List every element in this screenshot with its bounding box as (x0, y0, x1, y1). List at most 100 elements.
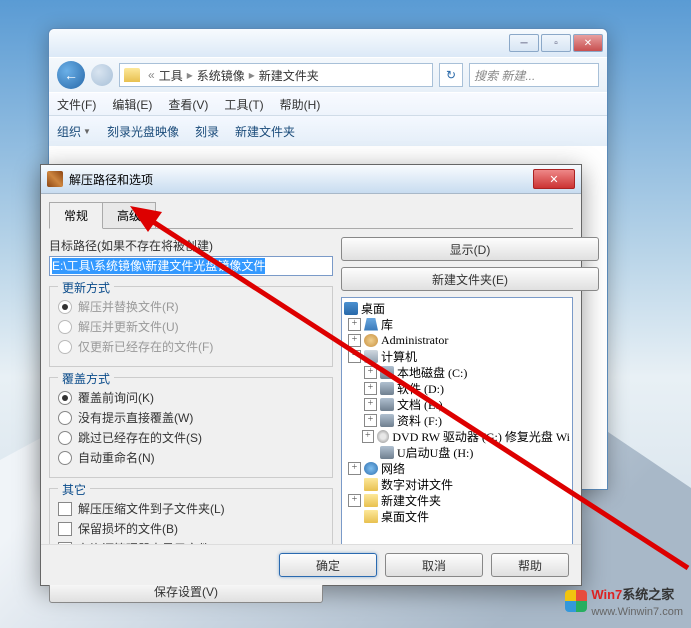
expand-icon[interactable]: + (362, 430, 374, 443)
watermark: Win7系统之家 www.Winwin7.com (565, 584, 683, 618)
drive-icon (380, 398, 394, 411)
expand-icon[interactable]: + (348, 318, 361, 331)
drive-icon (380, 414, 394, 427)
minimize-button[interactable]: ─ (509, 34, 539, 52)
new-folder-button[interactable]: 新建文件夹 (235, 123, 295, 140)
expand-icon[interactable]: + (364, 366, 377, 379)
explorer-menubar: 文件(F) 编辑(E) 查看(V) 工具(T) 帮助(H) (49, 92, 607, 115)
menu-tools[interactable]: 工具(T) (224, 96, 263, 113)
dialog-button-row: 确定 取消 帮助 (41, 544, 581, 585)
expand-icon[interactable]: + (364, 382, 377, 395)
radio-extract-replace[interactable]: 解压并替换文件(R) (58, 298, 324, 315)
folder-tree[interactable]: 桌面 + 库 + Administrator − 计算机 + 本地磁盘 (C:) + 软件… (341, 297, 573, 559)
expand-icon[interactable]: + (348, 462, 361, 475)
breadcrumb-sep: « (148, 68, 155, 82)
tree-node[interactable]: 计算机 (381, 348, 417, 365)
breadcrumb-item[interactable]: 系统镜像 (197, 67, 245, 84)
explorer-toolbar: 组织 ▼ 刻录光盘映像 刻录 新建文件夹 (49, 115, 607, 146)
expand-icon[interactable]: + (364, 414, 377, 427)
collapse-icon[interactable]: − (348, 350, 361, 363)
expand-icon[interactable]: + (348, 494, 361, 507)
folder-icon (364, 494, 378, 507)
tree-node[interactable]: 新建文件夹 (381, 492, 441, 509)
drive-icon (380, 366, 394, 379)
maximize-button[interactable]: ▫ (541, 34, 571, 52)
tree-node[interactable]: 软件 (D:) (397, 380, 444, 397)
explorer-titlebar[interactable]: ─ ▫ ✕ (49, 29, 607, 57)
radio-update-existing[interactable]: 仅更新已经存在的文件(F) (58, 338, 324, 355)
radio-auto-rename[interactable]: 自动重命名(N) (58, 449, 324, 466)
tree-node[interactable]: 库 (381, 316, 393, 333)
group-title: 其它 (58, 481, 90, 498)
folder-icon (124, 68, 140, 82)
tree-node[interactable]: 文档 (E:) (397, 396, 443, 413)
menu-view[interactable]: 查看(V) (168, 96, 208, 113)
breadcrumb-item[interactable]: 工具 (159, 67, 183, 84)
dialog-title: 解压路径和选项 (69, 171, 533, 188)
tab-advanced[interactable]: 高级 (102, 202, 156, 228)
menu-help[interactable]: 帮助(H) (280, 96, 321, 113)
watermark-brand: Win7 (591, 587, 622, 602)
watermark-url: www.Winwin7.com (591, 606, 683, 618)
path-label: 目标路径(如果不存在将被创建) (49, 237, 333, 254)
cancel-button[interactable]: 取消 (385, 553, 483, 577)
library-icon (364, 318, 378, 331)
burn-button[interactable]: 刻录 (195, 123, 219, 140)
tree-node[interactable]: 网络 (381, 460, 405, 477)
organize-button[interactable]: 组织 ▼ (57, 123, 91, 140)
expand-icon[interactable]: + (348, 334, 361, 347)
tab-general[interactable]: 常规 (49, 202, 103, 229)
windows-logo-icon (565, 590, 587, 612)
tree-node[interactable]: DVD RW 驱动器 (G:) 修复光盘 Wi (392, 428, 570, 445)
radio-ask-overwrite[interactable]: 覆盖前询问(K) (58, 389, 324, 406)
dialog-titlebar[interactable]: 解压路径和选项 ✕ (41, 165, 581, 194)
desktop-icon (344, 302, 358, 315)
menu-file[interactable]: 文件(F) (57, 96, 96, 113)
back-button[interactable]: ← (57, 61, 85, 89)
refresh-button[interactable]: ↻ (439, 63, 463, 87)
burn-iso-button[interactable]: 刻录光盘映像 (107, 123, 179, 140)
dvd-icon (377, 430, 390, 443)
group-title: 更新方式 (58, 279, 114, 296)
dialog-close-button[interactable]: ✕ (533, 169, 575, 189)
tree-node[interactable]: 桌面文件 (381, 508, 429, 525)
forward-button[interactable] (91, 64, 113, 86)
usb-icon (380, 446, 394, 459)
tree-node[interactable]: 数字对讲文件 (381, 476, 453, 493)
destination-path-input[interactable]: E:\工具\系统镜像\新建文件光盘镜像文件 (49, 256, 333, 276)
radio-skip-existing[interactable]: 跳过已经存在的文件(S) (58, 429, 324, 446)
tree-node[interactable]: 资料 (F:) (397, 412, 442, 429)
check-subfolder[interactable]: 解压压缩文件到子文件夹(L) (58, 500, 324, 517)
user-icon (364, 334, 378, 347)
update-mode-group: 更新方式 解压并替换文件(R) 解压并更新文件(U) 仅更新已经存在的文件(F) (49, 286, 333, 367)
winrar-icon (47, 171, 63, 187)
radio-overwrite-noprompt[interactable]: 没有提示直接覆盖(W) (58, 409, 324, 426)
folder-icon (364, 478, 378, 491)
tree-node[interactable]: U启动U盘 (H:) (397, 444, 473, 461)
expand-icon[interactable]: + (364, 398, 377, 411)
watermark-brand: 系统之家 (622, 587, 674, 602)
search-input[interactable]: 搜索 新建... (469, 63, 599, 87)
check-keep-broken[interactable]: 保留损坏的文件(B) (58, 520, 324, 537)
breadcrumb[interactable]: « 工具 ▸ 系统镜像 ▸ 新建文件夹 (119, 63, 433, 87)
tabs: 常规 高级 (49, 202, 573, 229)
close-button[interactable]: ✕ (573, 34, 603, 52)
tree-node[interactable]: Administrator (381, 333, 448, 348)
radio-extract-update[interactable]: 解压并更新文件(U) (58, 318, 324, 335)
ok-button[interactable]: 确定 (279, 553, 377, 577)
explorer-navbar: ← « 工具 ▸ 系统镜像 ▸ 新建文件夹 ↻ 搜索 新建... (49, 57, 607, 92)
drive-icon (380, 382, 394, 395)
breadcrumb-item[interactable]: 新建文件夹 (259, 67, 319, 84)
group-title: 覆盖方式 (58, 370, 114, 387)
network-icon (364, 462, 378, 475)
computer-icon (364, 350, 378, 363)
menu-edit[interactable]: 编辑(E) (112, 96, 152, 113)
overwrite-mode-group: 覆盖方式 覆盖前询问(K) 没有提示直接覆盖(W) 跳过已经存在的文件(S) 自… (49, 377, 333, 478)
tree-node[interactable]: 桌面 (361, 300, 385, 317)
help-button[interactable]: 帮助 (491, 553, 569, 577)
tree-node[interactable]: 本地磁盘 (C:) (397, 364, 467, 381)
extract-dialog: 解压路径和选项 ✕ 常规 高级 目标路径(如果不存在将被创建) E:\工具\系统… (40, 164, 582, 586)
folder-icon (364, 510, 378, 523)
new-folder-button[interactable]: 新建文件夹(E) (341, 267, 599, 291)
display-button[interactable]: 显示(D) (341, 237, 599, 261)
